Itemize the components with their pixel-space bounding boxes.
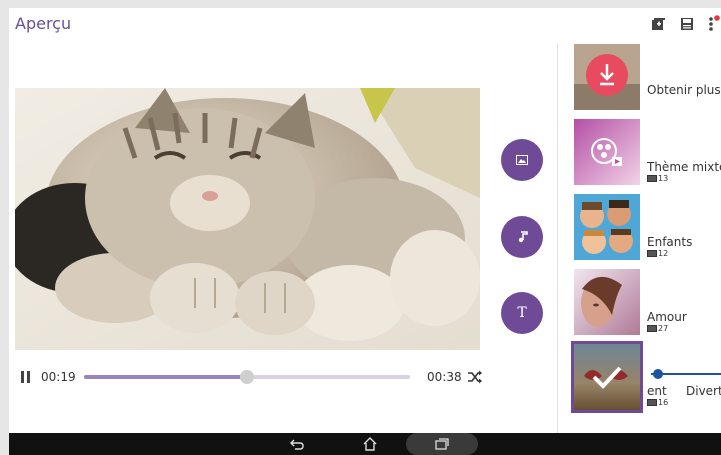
recent-apps-icon[interactable] — [433, 436, 451, 452]
theme-thumbnail — [574, 269, 640, 335]
theme-name: ent — [647, 384, 667, 398]
seek-bar[interactable] — [84, 370, 410, 384]
theme-item-love[interactable]: Amour 27 — [558, 269, 721, 339]
theme-item-entertainment[interactable]: ent Diverti 16 — [558, 341, 721, 414]
theme-name: Thème mixte — [647, 160, 721, 174]
music-note-icon — [518, 231, 528, 243]
theme-thumbnail — [574, 44, 640, 110]
theme-thumbnail-selected — [571, 341, 643, 413]
text-button-label: T — [517, 305, 527, 321]
photo-count-icon — [647, 325, 657, 332]
image-icon — [516, 155, 528, 165]
theme-photo-count: 16 — [647, 398, 668, 407]
system-navigation-bar — [9, 433, 721, 455]
app-window: Aperçu T 00:19 00:38 Obtenir plus Thème … — [9, 8, 721, 433]
theme-thumbnail — [574, 194, 640, 260]
seek-bar-thumb[interactable] — [240, 370, 254, 384]
image-button[interactable] — [501, 139, 543, 181]
home-icon[interactable] — [361, 436, 379, 452]
theme-photo-count: 12 — [647, 249, 668, 258]
theme-name-next: Diverti — [686, 384, 721, 398]
theme-item-kids[interactable]: Enfants 12 — [558, 194, 721, 264]
back-icon[interactable] — [288, 436, 306, 452]
theme-name: Enfants — [647, 235, 693, 249]
playback-controls: 00:19 00:38 — [15, 368, 490, 388]
theme-list: Obtenir plus... Thème mixte 13 Enfants 1… — [557, 44, 721, 433]
theme-item-mixed[interactable]: Thème mixte 13 — [558, 119, 721, 189]
seek-bar-progress — [84, 375, 247, 379]
shuffle-icon[interactable] — [467, 369, 483, 385]
theme-name: Obtenir plus... — [647, 83, 721, 97]
theme-photo-count: 27 — [647, 324, 668, 333]
theme-item-get-more[interactable]: Obtenir plus... — [558, 44, 721, 114]
video-preview[interactable] — [15, 88, 480, 350]
more-options-icon[interactable] — [704, 14, 721, 34]
theme-photo-count: 13 — [647, 174, 668, 183]
kitten-photo — [15, 88, 480, 350]
theme-name: Amour — [647, 310, 687, 324]
page-title: Aperçu — [15, 14, 72, 33]
current-time: 00:19 — [41, 370, 76, 384]
selection-dot — [653, 369, 663, 379]
photo-count-icon — [647, 250, 657, 257]
add-to-album-icon[interactable] — [649, 14, 669, 34]
save-icon[interactable] — [677, 14, 697, 34]
theme-thumbnail — [574, 119, 640, 185]
pause-icon[interactable] — [21, 371, 31, 383]
music-button[interactable] — [501, 216, 543, 258]
text-button[interactable]: T — [501, 292, 543, 334]
photo-count-icon — [647, 399, 657, 406]
recent-apps-button[interactable] — [406, 433, 478, 455]
photo-count-icon — [647, 175, 657, 182]
total-time: 00:38 — [427, 370, 462, 384]
